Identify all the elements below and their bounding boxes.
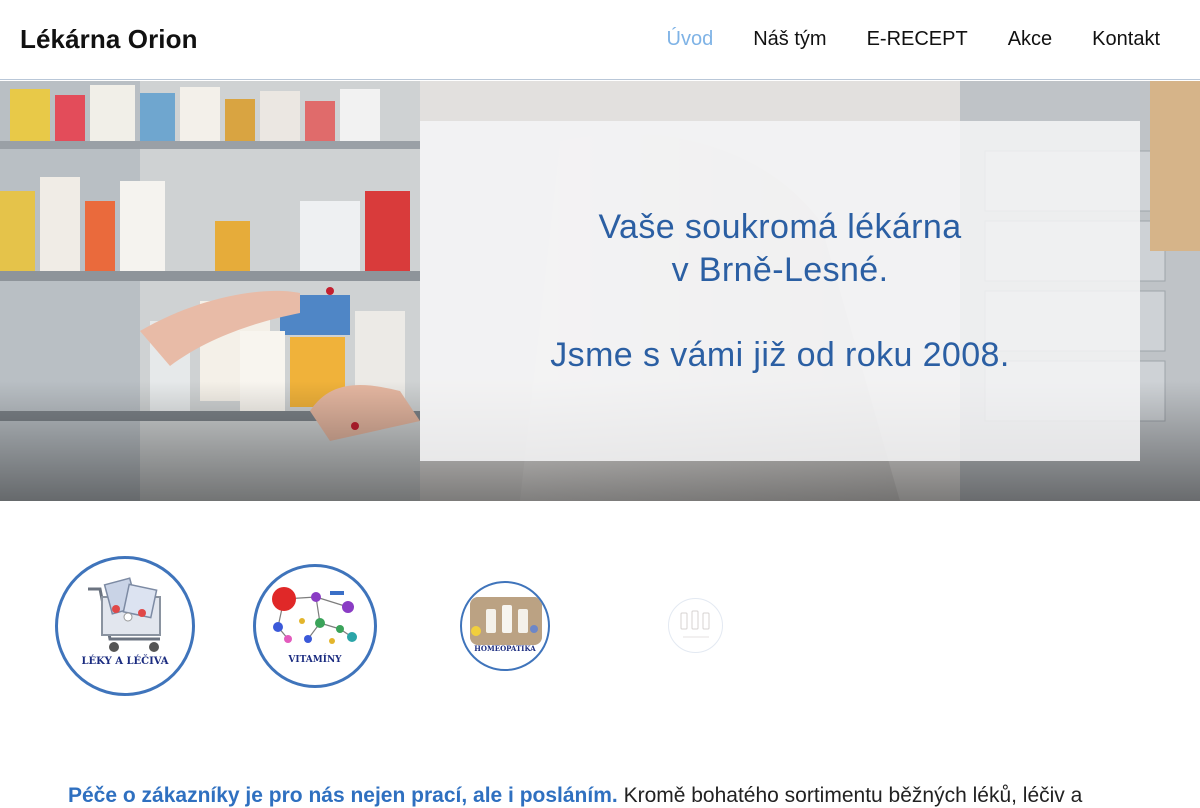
category-vitaminy[interactable]: VITAMÍNY [253, 564, 377, 688]
homeopathy-bottles-icon [470, 597, 542, 645]
category-leky-a-leciva[interactable]: LÉKY A LÉČIVA [55, 556, 195, 696]
site-logo-text[interactable]: Lékárna Orion [20, 24, 198, 55]
hero-text-panel: Vaše soukromá lékárna v Brně-Lesné. Jsme… [420, 121, 1140, 461]
nav-item-kontakt[interactable]: Kontakt [1092, 28, 1160, 51]
hero-banner: Vaše soukromá lékárna v Brně-Lesné. Jsme… [0, 81, 1200, 501]
nav-item-akce[interactable]: Akce [1008, 28, 1052, 51]
nav-item-nas-tym[interactable]: Náš tým [753, 28, 826, 51]
hero-headline-line1: Vaše soukromá lékárna [598, 207, 962, 246]
category-label: HOMEOPATIKA [474, 644, 536, 653]
faded-category-icon [680, 610, 710, 638]
nav-item-e-recept[interactable]: E-RECEPT [867, 28, 968, 51]
intro-highlight: Péče o zákazníky je pro nás nejen prací,… [68, 784, 618, 807]
intro-text: Kromě bohatého sortimentu běžných léků, … [617, 784, 1083, 807]
site-header: Lékárna Orion Úvod Náš tým E-RECEPT Akce… [0, 0, 1200, 80]
hero-headline-line2: v Brně-Lesné. [671, 250, 889, 289]
main-nav: Úvod Náš tým E-RECEPT Akce Kontakt [667, 28, 1160, 51]
category-faded[interactable] [668, 598, 723, 653]
nav-item-uvod[interactable]: Úvod [667, 28, 714, 51]
hero-since-line: Jsme s vámi již od roku 2008. [550, 335, 1010, 374]
shopping-cart-pills-icon [88, 577, 161, 652]
intro-paragraph: Péče o zákazníky je pro nás nejen prací,… [68, 784, 1168, 808]
category-label: VITAMÍNY [288, 655, 342, 665]
category-label: LÉKY A LÉČIVA [81, 656, 169, 667]
category-homeopatika[interactable]: HOMEOPATIKA [460, 581, 550, 671]
vitamin-molecules-icon [272, 587, 357, 644]
